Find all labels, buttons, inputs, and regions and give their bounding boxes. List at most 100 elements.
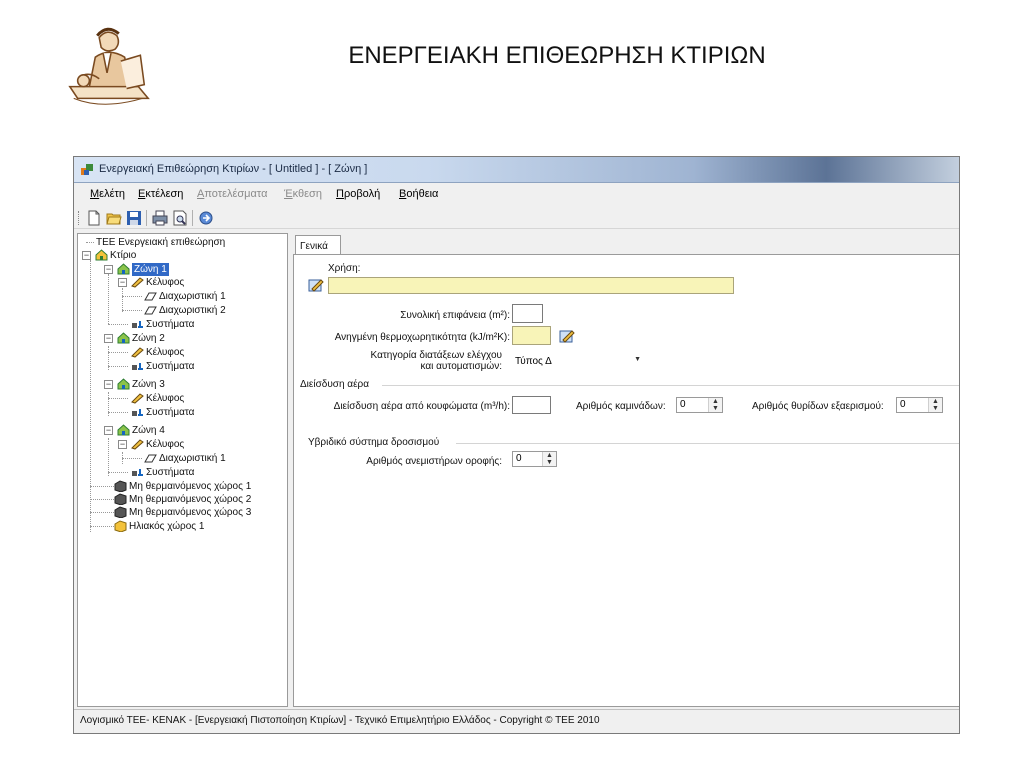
envelope-wall-icon — [131, 347, 144, 358]
tree-item-unheated-space[interactable]: Μη θερμαινόμενος χώρος 3 — [78, 506, 287, 519]
vents-label: Αριθμός θυρίδων εξαερισμού: — [752, 401, 884, 412]
status-text: Λογισμικό ΤΕΕ- ΚΕΝΑΚ - [Ενεργειακή Πιστο… — [80, 715, 600, 726]
status-bar: Λογισμικό ΤΕΕ- ΚΕΝΑΚ - [Ενεργειακή Πιστο… — [74, 709, 959, 731]
collapse-icon[interactable]: − — [104, 334, 113, 343]
arrow-down-icon[interactable]: ▼ — [546, 459, 553, 466]
hybrid-group-label: Υβριδικό σύστημα δροσισμού — [308, 437, 440, 448]
tab-general[interactable]: Γενικά — [295, 235, 341, 255]
tree-item-envelope[interactable]: − Κέλυφος — [78, 438, 287, 451]
tree-item-label: Μη θερμαινόμενος χώρος 1 — [129, 481, 252, 492]
use-field[interactable] — [328, 277, 734, 294]
tree-line — [90, 526, 114, 527]
arrow-down-icon[interactable]: ▼ — [712, 405, 719, 412]
print-preview-icon[interactable] — [172, 210, 188, 226]
control-category-value: Τύπος Δ — [515, 356, 552, 367]
tree-item-label: Διαχωριστική 2 — [159, 305, 226, 316]
tree-line — [108, 412, 128, 413]
menu-bar: Μελέτη Εκτέλεση Αποτελέσματα Έκθεση Προβ… — [74, 184, 959, 206]
title-bar[interactable]: Ενεργειακή Επιθεώρηση Κτιρίων - [ Untitl… — [74, 157, 959, 183]
group-divider — [382, 385, 959, 386]
tree-item-solar-space[interactable]: Ηλιακός χώρος 1 — [78, 520, 287, 533]
zone-icon — [117, 263, 130, 275]
menu-item-report[interactable]: Έκθεση — [284, 188, 322, 200]
toolbar-separator — [192, 210, 193, 226]
print-icon[interactable] — [152, 210, 168, 226]
tree-item-unheated-space[interactable]: Μη θερμαινόμενος χώρος 1 — [78, 480, 287, 493]
tree-item-envelope[interactable]: − Κέλυφος — [78, 276, 287, 289]
tree-line — [90, 512, 114, 513]
open-folder-icon[interactable] — [106, 210, 122, 226]
tree-item-root[interactable]: TEE Ενεργειακή επιθεώρηση — [78, 236, 287, 249]
collapse-icon[interactable]: − — [104, 426, 113, 435]
new-file-icon[interactable] — [86, 210, 102, 226]
unheated-space-icon — [114, 480, 127, 492]
vents-stepper[interactable]: 0 ▲ ▼ — [896, 397, 943, 413]
office-worker-clipart — [68, 27, 150, 105]
arrow-up-icon[interactable]: ▲ — [546, 452, 553, 459]
menu-item-run[interactable]: Εκτέλεση — [138, 188, 183, 200]
tree-item-label: Ζώνη 1 — [132, 263, 169, 276]
ceiling-fans-stepper[interactable]: 0 ▲ ▼ — [512, 451, 557, 467]
edit-note-icon[interactable] — [308, 277, 324, 293]
tree-line — [90, 499, 114, 500]
menu-item-study[interactable]: Μελέτη — [90, 188, 125, 200]
envelope-wall-icon — [131, 439, 144, 450]
chimneys-stepper[interactable]: 0 ▲ ▼ — [676, 397, 723, 413]
arrow-down-icon[interactable]: ▼ — [932, 405, 939, 412]
collapse-icon[interactable]: − — [82, 251, 91, 260]
tree-item-partition[interactable]: Διαχωριστική 1 — [78, 290, 287, 303]
spin-buttons[interactable]: ▲ ▼ — [708, 398, 722, 412]
menu-item-help[interactable]: Βοήθεια — [399, 188, 438, 200]
collapse-icon[interactable]: − — [104, 380, 113, 389]
tree-item-label: Διαχωριστική 1 — [159, 453, 226, 464]
tree-item-partition[interactable]: Διαχωριστική 2 — [78, 304, 287, 317]
tree-item-envelope[interactable]: Κέλυφος — [78, 346, 287, 359]
tree-item-zone-1[interactable]: − Ζώνη 1 — [78, 263, 287, 276]
spin-buttons[interactable]: ▲ ▼ — [542, 452, 556, 466]
save-icon[interactable] — [126, 210, 142, 226]
tree-item-envelope[interactable]: Κέλυφος — [78, 392, 287, 405]
edit-note-icon[interactable] — [559, 328, 575, 344]
zone-icon — [117, 332, 130, 344]
envelope-wall-icon — [131, 277, 144, 288]
tree-item-zone-4[interactable]: − Ζώνη 4 — [78, 424, 287, 437]
menu-item-view[interactable]: Προβολή — [336, 188, 380, 200]
tree-item-zone-2[interactable]: − Ζώνη 2 — [78, 332, 287, 345]
tree-item-label: Κέλυφος — [146, 347, 185, 358]
tree-line — [108, 352, 128, 353]
arrow-up-icon[interactable]: ▲ — [932, 398, 939, 405]
total-area-field[interactable] — [512, 304, 543, 323]
spin-buttons[interactable]: ▲ ▼ — [928, 398, 942, 412]
tree-item-systems[interactable]: Συστήματα — [78, 466, 287, 479]
collapse-icon[interactable]: − — [118, 440, 127, 449]
toolbar-grip[interactable] — [78, 211, 80, 225]
infiltration-group-label: Διείσδυση αέρα — [300, 379, 370, 390]
chimneys-label: Αριθμός καμινάδων: — [576, 401, 666, 412]
use-label: Χρήση: — [328, 263, 361, 274]
unheated-space-icon — [114, 493, 127, 505]
tree-line — [90, 486, 114, 487]
infiltration-field[interactable] — [512, 396, 551, 414]
tree-item-unheated-space[interactable]: Μη θερμαινόμενος χώρος 2 — [78, 493, 287, 506]
tree-item-systems[interactable]: Συστήματα — [78, 318, 287, 331]
infiltration-label: Διείσδυση αέρα από κουφώματα (m³/h): — [333, 401, 510, 412]
tree-line — [122, 310, 142, 311]
tree-item-building[interactable]: − Κτίριο — [78, 249, 287, 262]
app-icon — [81, 164, 93, 175]
collapse-icon[interactable]: − — [104, 265, 113, 274]
calculate-icon[interactable] — [198, 210, 214, 226]
arrow-up-icon[interactable]: ▲ — [712, 398, 719, 405]
collapse-icon[interactable]: − — [118, 278, 127, 287]
tree-item-zone-3[interactable]: − Ζώνη 3 — [78, 378, 287, 391]
heat-capacity-field[interactable] — [512, 326, 551, 345]
tree-item-systems[interactable]: Συστήματα — [78, 406, 287, 419]
control-category-select[interactable]: Τύπος Δ ▼ — [512, 353, 648, 369]
tree-item-systems[interactable]: Συστήματα — [78, 360, 287, 373]
tree-item-label: Ζώνη 3 — [132, 379, 165, 390]
vents-value: 0 — [900, 399, 906, 410]
toolbar — [74, 207, 959, 229]
menu-item-results[interactable]: Αποτελέσματα — [197, 188, 267, 200]
tree-item-label: Συστήματα — [146, 407, 195, 418]
tree-item-partition[interactable]: Διαχωριστική 1 — [78, 452, 287, 465]
house-icon — [95, 249, 108, 261]
